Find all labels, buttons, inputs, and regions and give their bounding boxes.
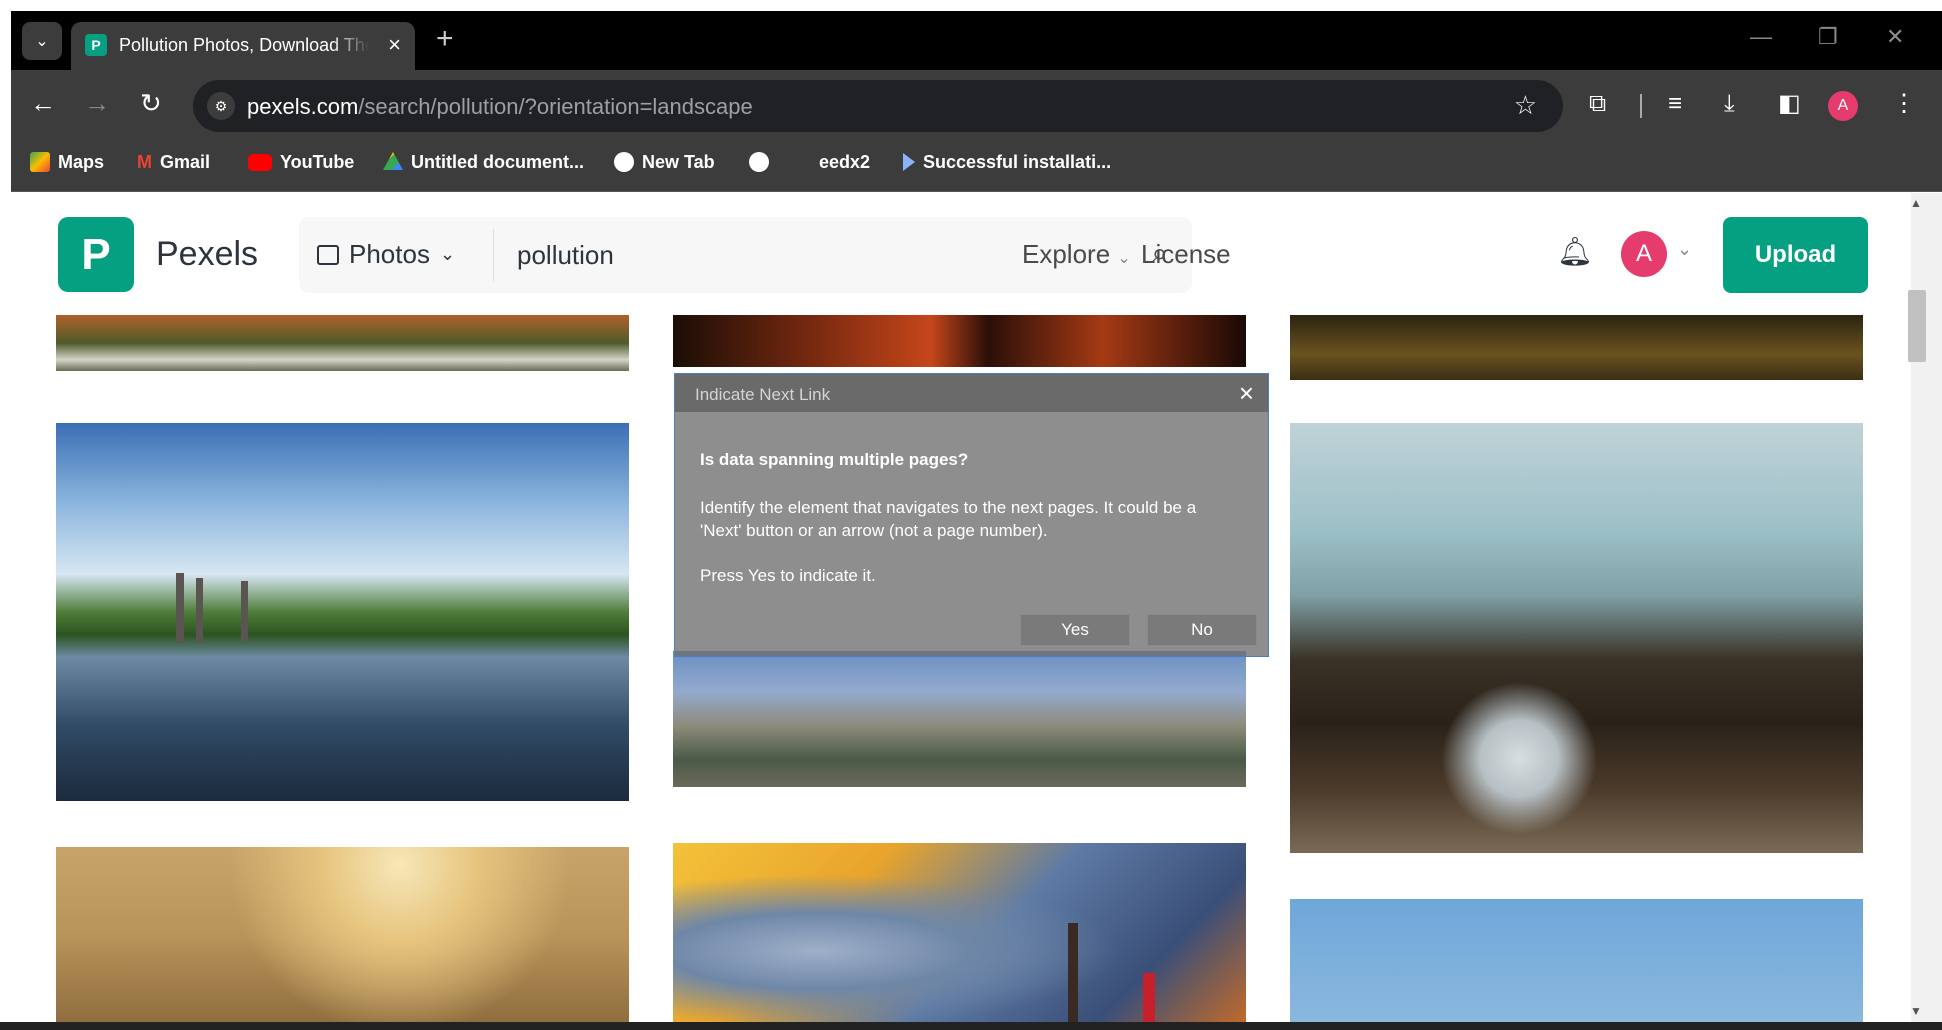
- url-text[interactable]: pexels.com/search/pollution/?orientation…: [247, 94, 753, 120]
- chimney-shape: [1143, 973, 1155, 1023]
- photo-factory-smokestacks[interactable]: [673, 651, 1246, 787]
- window-close-icon[interactable]: ✕: [1886, 24, 1904, 50]
- photo-smoke-plume[interactable]: [673, 843, 1246, 1023]
- chimney-shape: [176, 573, 184, 643]
- photo-plastic-bottle-beach[interactable]: [1290, 423, 1863, 853]
- toolbar-separator: [1640, 94, 1642, 118]
- media-queue-icon[interactable]: ≡: [1668, 92, 1682, 116]
- new-tab-button[interactable]: +: [436, 24, 454, 54]
- bookmark-successful-installation[interactable]: Successful installati...: [903, 150, 1111, 174]
- dialog-body: Identify the element that navigates to t…: [700, 498, 1197, 540]
- upload-button[interactable]: Upload: [1723, 217, 1868, 293]
- tab-close-icon[interactable]: ×: [388, 32, 401, 58]
- bookmark-label: YouTube: [280, 151, 355, 172]
- youtube-icon: [248, 153, 272, 171]
- maps-icon: [30, 152, 50, 172]
- profile-avatar[interactable]: A: [1828, 91, 1858, 121]
- globe-icon: [614, 152, 634, 172]
- browser-tab[interactable]: P Pollution Photos, Download The BEST Fr…: [71, 22, 415, 70]
- tab-search-chevron-icon[interactable]: ⌄: [22, 22, 62, 60]
- explore-label: Explore: [1022, 239, 1111, 269]
- bookmark-label: Successful installati...: [923, 151, 1112, 172]
- chimney-shape: [196, 578, 203, 643]
- license-link[interactable]: License: [1141, 239, 1231, 270]
- user-avatar[interactable]: A: [1621, 231, 1667, 277]
- bookmark-label: Maps: [58, 151, 105, 172]
- bookmark-star-icon[interactable]: ☆: [1514, 90, 1537, 121]
- scrollbar-thumb[interactable]: [1908, 290, 1926, 362]
- yes-button[interactable]: Yes: [1020, 614, 1130, 646]
- site-info-icon[interactable]: ⚙: [207, 92, 235, 120]
- drive-icon: [383, 152, 403, 170]
- bookmark-youtube[interactable]: YouTube: [248, 150, 354, 174]
- forward-arrow-icon[interactable]: →: [84, 88, 110, 118]
- bookmark-eedx2[interactable]: eedx2: [819, 150, 870, 174]
- extensions-puzzle-icon[interactable]: ⧉: [1589, 92, 1606, 116]
- photo-fire-smoke[interactable]: [673, 315, 1246, 367]
- photo-beach-umbrella[interactable]: [1290, 899, 1863, 1023]
- chevron-down-icon: ⌄: [1117, 250, 1131, 267]
- no-button[interactable]: No: [1147, 614, 1257, 646]
- search-type-label: Photos: [349, 239, 430, 269]
- url-host: pexels.com: [247, 94, 359, 119]
- chimney-shape: [1068, 923, 1078, 1023]
- bookmark-untitled-document[interactable]: Untitled document...: [383, 150, 584, 174]
- bookmark-maps[interactable]: Maps: [30, 150, 104, 174]
- scroll-up-arrow-icon[interactable]: ▲: [1910, 196, 1922, 210]
- side-panel-icon[interactable]: ◧: [1778, 92, 1801, 116]
- bookmark-label: Gmail: [160, 151, 211, 172]
- photo-polluted-river[interactable]: [56, 423, 629, 801]
- bookmark-globe[interactable]: [749, 150, 769, 174]
- download-icon[interactable]: ⤓: [1724, 92, 1735, 116]
- address-bar[interactable]: ⚙ pexels.com/search/pollution/?orientati…: [193, 80, 1563, 132]
- chevron-down-icon: ⌄: [439, 244, 456, 264]
- globe-icon: [749, 152, 769, 172]
- bookmark-label: Untitled document...: [411, 151, 584, 172]
- bookmark-label: eedx2: [819, 151, 871, 172]
- scroll-down-arrow-icon[interactable]: ▼: [1910, 1004, 1922, 1018]
- window-top-edge: [0, 0, 1942, 11]
- dialog-question: Is data spanning multiple pages?: [700, 450, 969, 469]
- back-arrow-icon[interactable]: ←: [30, 88, 56, 118]
- image-icon: [317, 244, 339, 265]
- search-divider: [493, 229, 494, 281]
- dialog-prompt: Press Yes to indicate it.: [700, 566, 876, 585]
- browser-menu-icon[interactable]: ⋮: [1892, 92, 1916, 116]
- photo-dark-field[interactable]: [1290, 315, 1863, 380]
- gmail-icon: M: [137, 151, 152, 172]
- dialog-close-icon[interactable]: ×: [1239, 378, 1254, 409]
- search-type-dropdown[interactable]: Photos ⌄: [317, 239, 455, 270]
- bell-icon[interactable]: 🔔︎: [1557, 235, 1593, 268]
- photo-hazy-sunrise-industry[interactable]: [56, 847, 629, 1023]
- indicate-next-link-dialog: Indicate Next Link × Is data spanning mu…: [674, 373, 1269, 657]
- site-header: P Pexels Photos ⌄ ⌕ Explore ⌄ License 🔔︎…: [11, 193, 1911, 315]
- photo-farm-sunset[interactable]: [56, 315, 629, 371]
- window-left-edge: [0, 11, 11, 1030]
- tab-title: Pollution Photos, Download The BEST Free…: [119, 35, 369, 55]
- chevron-down-icon[interactable]: ⌄: [1677, 239, 1692, 260]
- dialog-title: Indicate Next Link: [695, 385, 831, 404]
- pexels-logo-icon[interactable]: P: [58, 217, 134, 292]
- explore-menu[interactable]: Explore ⌄: [1022, 239, 1131, 270]
- chimney-shape: [241, 581, 248, 641]
- logo-text[interactable]: Pexels: [156, 235, 258, 274]
- pexels-favicon-icon: P: [85, 34, 107, 56]
- restore-icon[interactable]: ❐: [1818, 24, 1838, 50]
- bookmark-new-tab[interactable]: New Tab: [614, 150, 715, 174]
- taskbar-edge: [0, 1022, 1942, 1030]
- reload-icon[interactable]: ↻: [140, 88, 162, 118]
- play-icon: [903, 153, 915, 171]
- bookmark-label: New Tab: [642, 151, 715, 172]
- browser-window: ⌄ P Pollution Photos, Download The BEST …: [0, 0, 1942, 1030]
- minimize-icon[interactable]: —: [1750, 24, 1772, 50]
- search-input[interactable]: [517, 233, 1077, 277]
- bookmark-gmail[interactable]: M Gmail: [137, 150, 210, 174]
- url-path: /search/pollution/?orientation=landscape: [358, 94, 753, 119]
